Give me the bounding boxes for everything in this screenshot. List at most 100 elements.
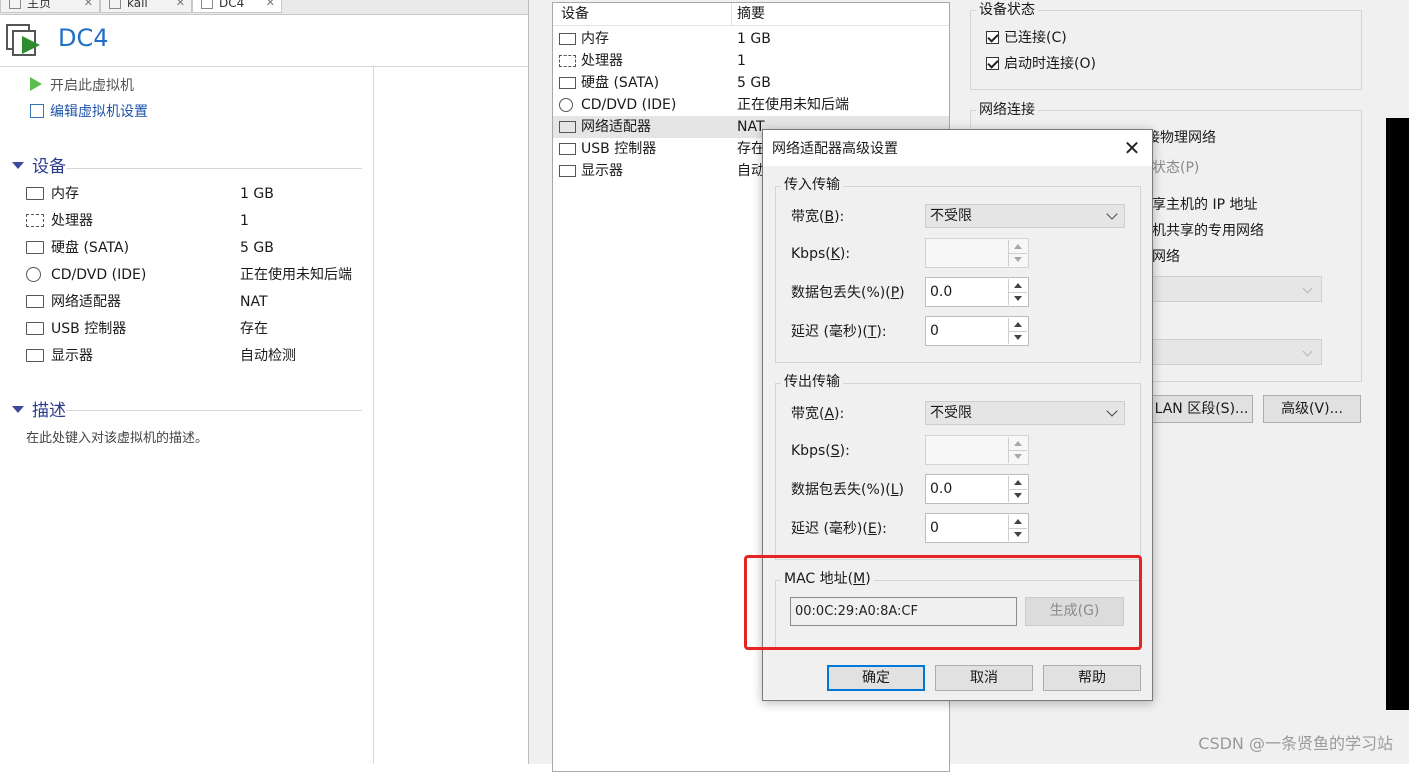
out-latency-stepper[interactable]: 0 (925, 513, 1029, 543)
nat-option-label[interactable]: 享主机的 IP 地址 (1152, 195, 1257, 215)
checkbox-checked-icon (986, 57, 999, 70)
connect-on-power-on-checkbox[interactable]: 启动时连接(O) (986, 54, 1096, 74)
harddisk-icon (26, 241, 44, 254)
spin-down-icon[interactable] (1009, 489, 1027, 503)
device-status-group (970, 10, 1362, 90)
out-bandwidth-select[interactable]: 不受限 (925, 401, 1125, 425)
hostonly-option-label[interactable]: 机共享的专用网络 (1152, 221, 1264, 241)
close-icon[interactable]: ✕ (176, 0, 185, 12)
usb-icon (26, 322, 44, 335)
chevron-down-icon (1106, 208, 1118, 220)
out-kbps-stepper (925, 435, 1029, 465)
device-row-network[interactable]: 网络适配器 NAT (26, 291, 376, 313)
edit-settings-icon (30, 104, 44, 118)
dialog-title: 网络适配器高级设置 (772, 141, 898, 157)
spin-up-icon[interactable] (1009, 279, 1027, 292)
column-separator (731, 3, 732, 25)
cancel-button[interactable]: 取消 (935, 665, 1033, 691)
divider (0, 66, 528, 67)
custom-option-label[interactable]: 网络 (1152, 247, 1180, 267)
lan-segment-select (1150, 339, 1322, 365)
checkbox-checked-icon (986, 31, 999, 44)
column-summary[interactable]: 摘要 (737, 3, 765, 25)
vm-icon (201, 0, 213, 9)
hw-row-cdrom[interactable]: CD/DVD (IDE) 正在使用未知后端 (553, 94, 949, 116)
out-bandwidth-label: 带宽(A): (791, 406, 845, 422)
vm-icon (109, 0, 121, 9)
vm-logo-icon (6, 24, 40, 56)
hardware-list-header: 设备 摘要 (553, 3, 949, 26)
device-row-processor[interactable]: 处理器 1 (26, 210, 376, 232)
usb-icon (559, 143, 576, 155)
dialog-titlebar: 网络适配器高级设置 ✕ (763, 130, 1152, 166)
edit-settings-action[interactable]: 编辑虚拟机设置 (30, 102, 148, 122)
spin-down-icon (1009, 253, 1027, 267)
in-loss-stepper[interactable]: 0.0 (925, 277, 1029, 307)
spin-up-icon (1009, 240, 1027, 253)
cd-icon (559, 98, 573, 112)
processor-icon (26, 214, 44, 227)
in-bandwidth-select[interactable]: 不受限 (925, 204, 1125, 228)
device-row-cdrom[interactable]: CD/DVD (IDE) 正在使用未知后端 (26, 264, 376, 286)
custom-network-select (1150, 276, 1322, 302)
spin-down-icon[interactable] (1009, 528, 1027, 542)
out-loss-stepper[interactable]: 0.0 (925, 474, 1029, 504)
tab-strip: 主页 ✕ kali ✕ DC4 ✕ (0, 0, 528, 15)
spin-down-icon[interactable] (1009, 292, 1027, 306)
tab-dc4[interactable]: DC4 ✕ (192, 0, 282, 13)
hw-row-harddisk[interactable]: 硬盘 (SATA) 5 GB (553, 72, 949, 94)
close-icon[interactable]: ✕ (84, 0, 93, 12)
out-latency-label: 延迟 (毫秒)(E): (791, 521, 887, 537)
in-latency-stepper[interactable]: 0 (925, 316, 1029, 346)
power-on-label: 开启此虚拟机 (50, 78, 134, 94)
bridged-option-label[interactable]: 接物理网络 (1146, 128, 1216, 148)
tab-home[interactable]: 主页 ✕ (0, 0, 100, 13)
incoming-transfer-title: 传入传输 (781, 176, 843, 194)
in-kbps-label: Kbps(K): (791, 246, 851, 262)
power-on-action[interactable]: 开启此虚拟机 (30, 76, 134, 96)
collapse-triangle-icon (12, 406, 24, 413)
hw-row-processor[interactable]: 处理器 1 (553, 50, 949, 72)
tab-kali[interactable]: kali ✕ (100, 0, 192, 13)
cd-icon (26, 267, 41, 282)
close-icon[interactable]: ✕ (1120, 136, 1144, 160)
network-connection-title: 网络连接 (976, 101, 1038, 119)
close-icon[interactable]: ✕ (266, 0, 275, 12)
devices-section-header[interactable]: 设备 (12, 156, 66, 178)
device-row-harddisk[interactable]: 硬盘 (SATA) 5 GB (26, 237, 376, 259)
network-icon (559, 121, 576, 133)
column-device[interactable]: 设备 (561, 3, 589, 25)
advanced-button[interactable]: 高级(V)... (1263, 395, 1361, 423)
ok-button[interactable]: 确定 (827, 665, 925, 691)
in-loss-label: 数据包丢失(%)(P) (791, 285, 905, 301)
help-button[interactable]: 帮助 (1043, 665, 1141, 691)
hw-row-memory[interactable]: 内存 1 GB (553, 28, 949, 50)
watermark: CSDN @一条贤鱼的学习站 (1198, 734, 1393, 753)
device-status-title: 设备状态 (976, 1, 1038, 19)
spin-up-icon[interactable] (1009, 515, 1027, 528)
out-kbps-label: Kbps(S): (791, 443, 850, 459)
connected-checkbox[interactable]: 已连接(C) (986, 28, 1067, 48)
divider (66, 410, 362, 411)
description-placeholder[interactable]: 在此处键入对该虚拟机的描述。 (26, 427, 208, 446)
spin-up-icon[interactable] (1009, 318, 1027, 331)
harddisk-icon (559, 77, 576, 89)
device-row-memory[interactable]: 内存 1 GB (26, 183, 376, 205)
spin-up-icon[interactable] (1009, 476, 1027, 489)
processor-icon (559, 55, 576, 67)
description-section-header[interactable]: 描述 (12, 400, 66, 422)
lan-segments-button[interactable]: LAN 区段(S)... (1150, 395, 1253, 423)
replicate-state-label: 状态(P) (1152, 160, 1200, 176)
spin-down-icon[interactable] (1009, 331, 1027, 345)
chevron-down-icon (1106, 405, 1118, 417)
divider (66, 168, 362, 169)
network-icon (26, 295, 44, 308)
device-row-usb[interactable]: USB 控制器 存在 (26, 318, 376, 340)
window-border (528, 0, 529, 764)
home-icon (9, 0, 21, 9)
in-bandwidth-label: 带宽(B): (791, 209, 845, 225)
divider (373, 66, 374, 764)
monitor-icon (26, 349, 44, 362)
mac-highlight-annotation (744, 555, 1142, 650)
device-row-display[interactable]: 显示器 自动检测 (26, 345, 376, 367)
